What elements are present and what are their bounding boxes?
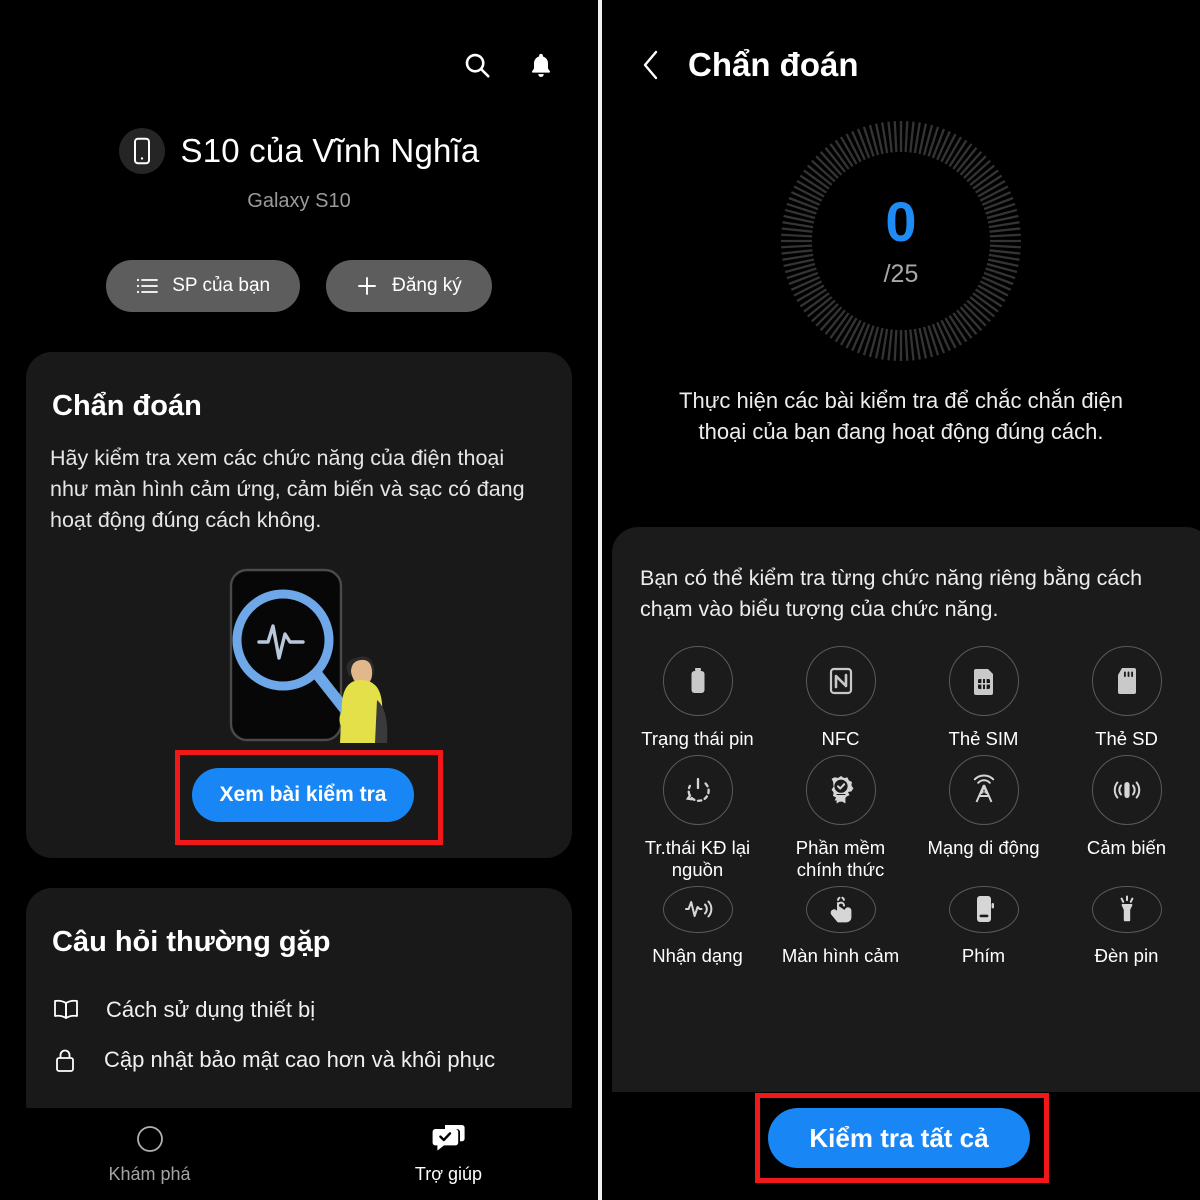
search-icon[interactable] xyxy=(460,48,494,82)
test-item-audio-wave[interactable]: Nhận dạng xyxy=(626,885,769,968)
gauge-total: /25 xyxy=(883,259,919,288)
nav-label: Trợ giúp xyxy=(414,1164,483,1184)
nfc-icon xyxy=(805,646,876,717)
highlight-box-view-tests xyxy=(175,750,443,845)
touch-icon xyxy=(805,885,876,934)
highlight-box-test-all xyxy=(755,1093,1049,1183)
tests-card-intro: Bạn có thể kiểm tra từng chức năng riêng… xyxy=(640,566,1143,621)
faq-card: Câu hỏi thường gặp Cách sử dụng thiết bị xyxy=(26,888,572,1128)
test-item-power-restart[interactable]: Tr.thái KĐ lại nguồn xyxy=(626,754,769,882)
test-item-label: NFC xyxy=(821,728,860,750)
book-icon xyxy=(52,997,80,1023)
test-item-label: Cảm biến xyxy=(1086,836,1167,858)
certified-badge-icon xyxy=(805,754,876,825)
faq-item-label: Cách sử dụng thiết bị xyxy=(106,997,316,1022)
list-icon xyxy=(136,277,159,295)
gauge-value: 0 xyxy=(885,189,917,253)
nav-label: Khám phá xyxy=(108,1164,191,1184)
test-item-label: Trạng thái pin xyxy=(641,728,754,750)
plus-icon xyxy=(356,275,378,297)
test-item-nfc[interactable]: NFC xyxy=(769,646,912,751)
left-panel-members-home: S10 của Vĩnh Nghĩa Galaxy S10 SP của bạn xyxy=(0,0,598,1200)
test-item-label: Màn hình cảm xyxy=(781,945,900,967)
power-restart-icon xyxy=(662,754,733,825)
diagnostics-gauge: 0 /25 xyxy=(602,118,1200,364)
phone-icon xyxy=(118,128,165,174)
test-item-cell-tower[interactable]: A Mạng di động xyxy=(912,754,1055,882)
nav-item-explore[interactable]: Khám phá xyxy=(0,1123,299,1185)
test-item-touch[interactable]: Màn hình cảm xyxy=(769,885,912,968)
test-item-label: Đèn pin xyxy=(1094,945,1159,967)
vibration-sensor-icon xyxy=(1091,754,1162,825)
diagnostics-description: Hãy kiểm tra xem các chức năng của điện … xyxy=(50,446,525,533)
test-item-label: Thẻ SIM xyxy=(948,728,1019,750)
test-item-label: Mạng di động xyxy=(927,836,1040,858)
svg-text:A: A xyxy=(980,786,987,796)
compass-icon xyxy=(134,1123,166,1155)
faq-title: Câu hỏi thường gặp xyxy=(52,926,331,958)
cell-tower-icon: A xyxy=(948,754,1019,825)
quick-action-pills: SP của bạn Đăng ký xyxy=(0,260,598,312)
sim-card-icon xyxy=(948,646,1019,717)
pill-your-products[interactable]: SP của bạn xyxy=(106,260,301,312)
device-model: Galaxy S10 xyxy=(247,190,351,212)
faq-item-label: Cập nhật bảo mật cao hơn và khôi phục xyxy=(104,1047,496,1072)
test-item-phone-key[interactable]: Phím xyxy=(912,885,1055,968)
test-item-label: Thẻ SD xyxy=(1095,728,1158,750)
pill-label: SP của bạn xyxy=(172,275,271,296)
phone-key-icon xyxy=(948,885,1019,934)
test-item-label: Nhận dạng xyxy=(652,945,743,967)
test-item-flashlight[interactable]: Đèn pin xyxy=(1055,885,1198,968)
device-name: S10 của Vĩnh Nghĩa xyxy=(180,132,480,169)
battery-icon xyxy=(662,646,733,717)
flashlight-icon xyxy=(1091,885,1162,934)
diagnostics-header: Chẩn đoán xyxy=(640,46,859,84)
device-header: S10 của Vĩnh Nghĩa xyxy=(0,128,598,174)
notification-bell-icon[interactable] xyxy=(524,48,558,82)
test-item-battery[interactable]: Trạng thái pin xyxy=(626,646,769,751)
diagnostics-description: Thực hiện các bài kiểm tra để chắc chắn … xyxy=(679,388,1123,445)
lock-icon xyxy=(52,1046,78,1074)
pill-register[interactable]: Đăng ký xyxy=(326,260,492,312)
screenshot-root: S10 của Vĩnh Nghĩa Galaxy S10 SP của bạn xyxy=(0,0,1200,1200)
test-item-sim-card[interactable]: Thẻ SIM xyxy=(912,646,1055,751)
tests-grid: Trạng thái pin NFC Thẻ SIM Thẻ SD Tr.thái KĐ… xyxy=(612,624,1200,968)
pill-label: Đăng ký xyxy=(392,275,462,296)
chat-check-icon xyxy=(432,1123,466,1155)
left-topbar xyxy=(460,48,558,82)
test-item-label: Tr.thái KĐ lại nguồn xyxy=(644,836,751,881)
phone-magnifier-pulse-illustration xyxy=(26,568,572,743)
test-item-certified-badge[interactable]: Phần mềm chính thức xyxy=(769,754,912,882)
test-item-vibration-sensor[interactable]: Cảm biến xyxy=(1055,754,1198,882)
chevron-left-icon[interactable] xyxy=(640,48,662,82)
audio-wave-icon xyxy=(662,885,733,934)
nav-item-help[interactable]: Trợ giúp xyxy=(299,1123,598,1185)
test-item-sd-card[interactable]: Thẻ SD xyxy=(1055,646,1198,751)
test-item-label: Phần mềm chính thức xyxy=(795,836,886,881)
page-title: Chẩn đoán xyxy=(688,46,859,83)
faq-item-security-update[interactable]: Cập nhật bảo mật cao hơn và khôi phục xyxy=(26,1035,572,1085)
faq-item-how-to-use[interactable]: Cách sử dụng thiết bị xyxy=(26,985,572,1035)
sd-card-icon xyxy=(1091,646,1162,717)
diagnostics-title: Chẩn đoán xyxy=(52,390,202,422)
tests-card: Bạn có thể kiểm tra từng chức năng riêng… xyxy=(612,527,1200,1147)
test-item-label: Phím xyxy=(961,945,1006,967)
bottom-navigation: Khám phá Trợ giúp xyxy=(0,1108,598,1200)
